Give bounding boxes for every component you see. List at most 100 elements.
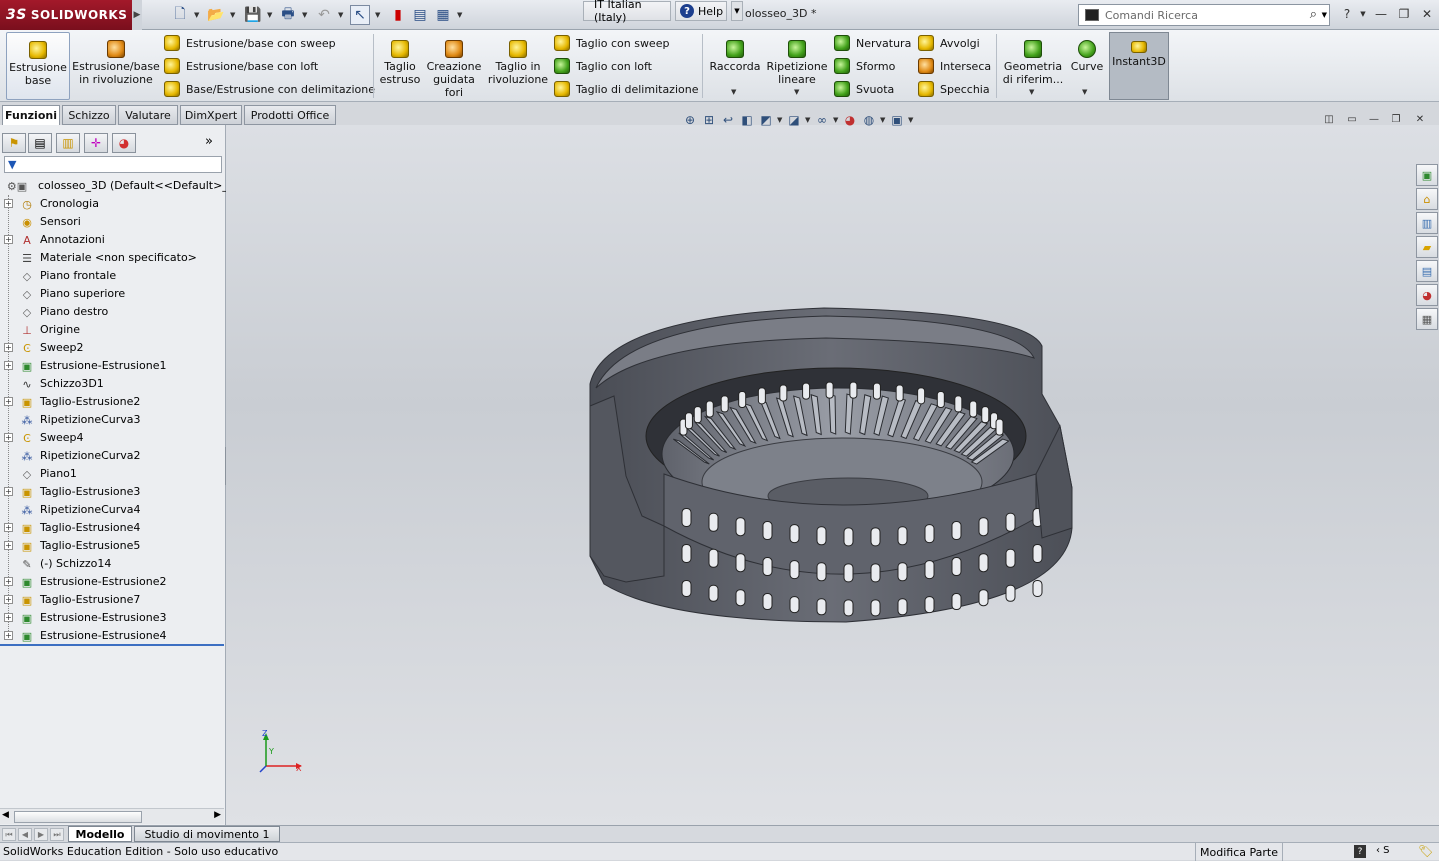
- display-manager-tab-icon[interactable]: ◕: [112, 133, 136, 153]
- tree-item[interactable]: ⁂ RipetizioneCurva4: [0, 501, 226, 519]
- tree-item[interactable]: + ▣ Taglio-Estrusione7: [0, 591, 226, 609]
- previous-view-icon[interactable]: ↩: [720, 112, 736, 128]
- expand-icon[interactable]: +: [4, 361, 13, 370]
- boundary-cut-button[interactable]: Taglio di delimitazione: [554, 80, 698, 98]
- solidworks-logo[interactable]: 3S SOLIDWORKS: [0, 0, 132, 30]
- expand-icon[interactable]: +: [4, 541, 13, 550]
- display-style-icon[interactable]: ◪: [786, 112, 802, 128]
- chevron-down-icon[interactable]: ▼: [1029, 88, 1034, 96]
- swept-cut-button[interactable]: Taglio con sweep: [554, 34, 669, 52]
- prev-tab-icon[interactable]: ◀: [18, 828, 32, 841]
- boundary-boss-button[interactable]: Base/Estrusione con delimitazione: [164, 80, 375, 98]
- undo-icon[interactable]: ↶: [314, 5, 334, 25]
- chevron-down-icon[interactable]: ▼: [1082, 88, 1087, 96]
- horizontal-scrollbar[interactable]: ◀ ▶: [0, 808, 224, 824]
- language-selector[interactable]: IT Italian (Italy): [583, 0, 671, 24]
- apply-scene-icon[interactable]: ◍: [861, 112, 877, 128]
- property-manager-tab-icon[interactable]: ▤: [28, 133, 52, 153]
- chevron-down-icon[interactable]: ▼: [777, 116, 783, 124]
- tree-item[interactable]: ◇ Piano frontale: [0, 267, 226, 285]
- expand-icon[interactable]: +: [4, 397, 13, 406]
- edit-appearance-icon[interactable]: ◕: [842, 112, 858, 128]
- intersect-button[interactable]: Interseca: [918, 57, 991, 75]
- help-dropdown[interactable]: ▼: [731, 1, 743, 21]
- viewport-restore-icon[interactable]: ❐: [1388, 112, 1404, 126]
- expand-icon[interactable]: +: [4, 631, 13, 640]
- last-tab-icon[interactable]: ⏭: [50, 828, 64, 841]
- chevron-down-icon[interactable]: ▼: [833, 116, 839, 124]
- expand-icon[interactable]: +: [4, 199, 13, 208]
- custom-properties-icon[interactable]: ▦: [1416, 308, 1438, 330]
- view-palette-icon[interactable]: ▤: [1416, 260, 1438, 282]
- tree-item[interactable]: + Ͼ Sweep2: [0, 339, 226, 357]
- tree-item[interactable]: ◇ Piano superiore: [0, 285, 226, 303]
- loft-boss-button[interactable]: Estrusione/base con loft: [164, 57, 318, 75]
- chevron-down-icon[interactable]: ▼: [230, 11, 235, 19]
- design-library-icon[interactable]: ▥: [1416, 212, 1438, 234]
- expand-icon[interactable]: +: [4, 433, 13, 442]
- home-icon[interactable]: ⌂: [1416, 188, 1438, 210]
- extruded-cut-button[interactable]: Taglio estruso: [378, 32, 422, 100]
- feature-manager-tab-icon[interactable]: ⚑: [2, 133, 26, 153]
- chevron-down-icon[interactable]: ▼: [794, 88, 799, 96]
- revolved-cut-button[interactable]: Taglio in rivoluzione: [486, 32, 550, 100]
- tree-item[interactable]: + ▣ Taglio-Estrusione5: [0, 537, 226, 555]
- chevron-down-icon[interactable]: ▼: [267, 11, 272, 19]
- file-explorer-icon[interactable]: ▰: [1416, 236, 1438, 258]
- dimxpert-manager-tab-icon[interactable]: ✛: [84, 133, 108, 153]
- resources-icon[interactable]: ▣: [1416, 164, 1438, 186]
- tree-item[interactable]: ◇ Piano1: [0, 465, 226, 483]
- scroll-left-icon[interactable]: ◀: [2, 810, 9, 820]
- section-view-icon[interactable]: ◧: [739, 112, 755, 128]
- scroll-thumb[interactable]: [14, 811, 142, 823]
- view-settings-icon[interactable]: ▣: [889, 112, 905, 128]
- tree-item[interactable]: ✎ (-) Schizzo14: [0, 555, 226, 573]
- open-folder-icon[interactable]: 📂: [206, 5, 226, 25]
- tab-dimxpert[interactable]: DimXpert: [180, 105, 242, 125]
- tree-item[interactable]: ⊥ Origine: [0, 321, 226, 339]
- chevron-down-icon[interactable]: ▼: [375, 11, 380, 19]
- hide-show-items-icon[interactable]: ∞: [814, 112, 830, 128]
- tree-item[interactable]: + ▣ Taglio-Estrusione3: [0, 483, 226, 501]
- scroll-right-icon[interactable]: ▶: [214, 810, 221, 820]
- tree-item[interactable]: + ◷ Cronologia: [0, 195, 226, 213]
- viewport-tile-icon[interactable]: ▭: [1344, 112, 1360, 126]
- viewport-minimize-icon[interactable]: —: [1366, 112, 1382, 126]
- tree-item[interactable]: + ▣ Estrusione-Estrusione4: [0, 627, 226, 645]
- chevron-down-icon[interactable]: ▼: [908, 116, 914, 124]
- chevron-down-icon[interactable]: ▼: [338, 11, 343, 19]
- rollback-bar[interactable]: [0, 644, 224, 646]
- expand-icon[interactable]: +: [4, 577, 13, 586]
- view-orientation-icon[interactable]: ◩: [758, 112, 774, 128]
- options-icon[interactable]: ▦: [433, 5, 453, 25]
- tab-evaluate[interactable]: Valutare: [118, 105, 178, 125]
- new-document-icon[interactable]: 🗋: [170, 5, 190, 25]
- viewport-split-icon[interactable]: ◫: [1321, 112, 1337, 126]
- save-icon[interactable]: 💾: [243, 5, 263, 25]
- select-cursor-icon[interactable]: ↖: [350, 5, 370, 25]
- tab-model[interactable]: Modello: [68, 826, 132, 842]
- tree-item[interactable]: ∿ Schizzo3D1: [0, 375, 226, 393]
- expand-icon[interactable]: +: [4, 343, 13, 352]
- print-icon[interactable]: 🖶: [278, 5, 298, 25]
- tree-item[interactable]: ◇ Piano destro: [0, 303, 226, 321]
- tree-root[interactable]: ⚙▣ colosseo_3D (Default<<Default>_S: [0, 177, 235, 195]
- viewport-close-icon[interactable]: ✕: [1412, 112, 1428, 126]
- revolve-boss-button[interactable]: Estrusione/base in rivoluzione: [72, 32, 160, 100]
- tab-features[interactable]: Funzioni: [2, 105, 60, 125]
- status-help-icon[interactable]: ?: [1354, 845, 1366, 858]
- tab-office-products[interactable]: Prodotti Office: [244, 105, 336, 125]
- configuration-manager-tab-icon[interactable]: ▥: [56, 133, 80, 153]
- minimize-icon[interactable]: —: [1372, 6, 1390, 22]
- expand-panel-icon[interactable]: »: [205, 134, 213, 149]
- expand-icon[interactable]: +: [4, 613, 13, 622]
- extrude-boss-button[interactable]: Estrusione base: [6, 32, 70, 100]
- expand-icon[interactable]: +: [4, 235, 13, 244]
- colosseum-3d-model[interactable]: [586, 306, 1076, 626]
- tree-item[interactable]: ⁂ RipetizioneCurva2: [0, 447, 226, 465]
- chevron-down-icon[interactable]: ▼: [457, 11, 462, 19]
- tree-item[interactable]: + ▣ Estrusione-Estrusione2: [0, 573, 226, 591]
- tree-item[interactable]: + ▣ Taglio-Estrusione2: [0, 393, 226, 411]
- chevron-down-icon[interactable]: ▼: [1322, 11, 1327, 19]
- appearances-icon[interactable]: ◕: [1416, 284, 1438, 306]
